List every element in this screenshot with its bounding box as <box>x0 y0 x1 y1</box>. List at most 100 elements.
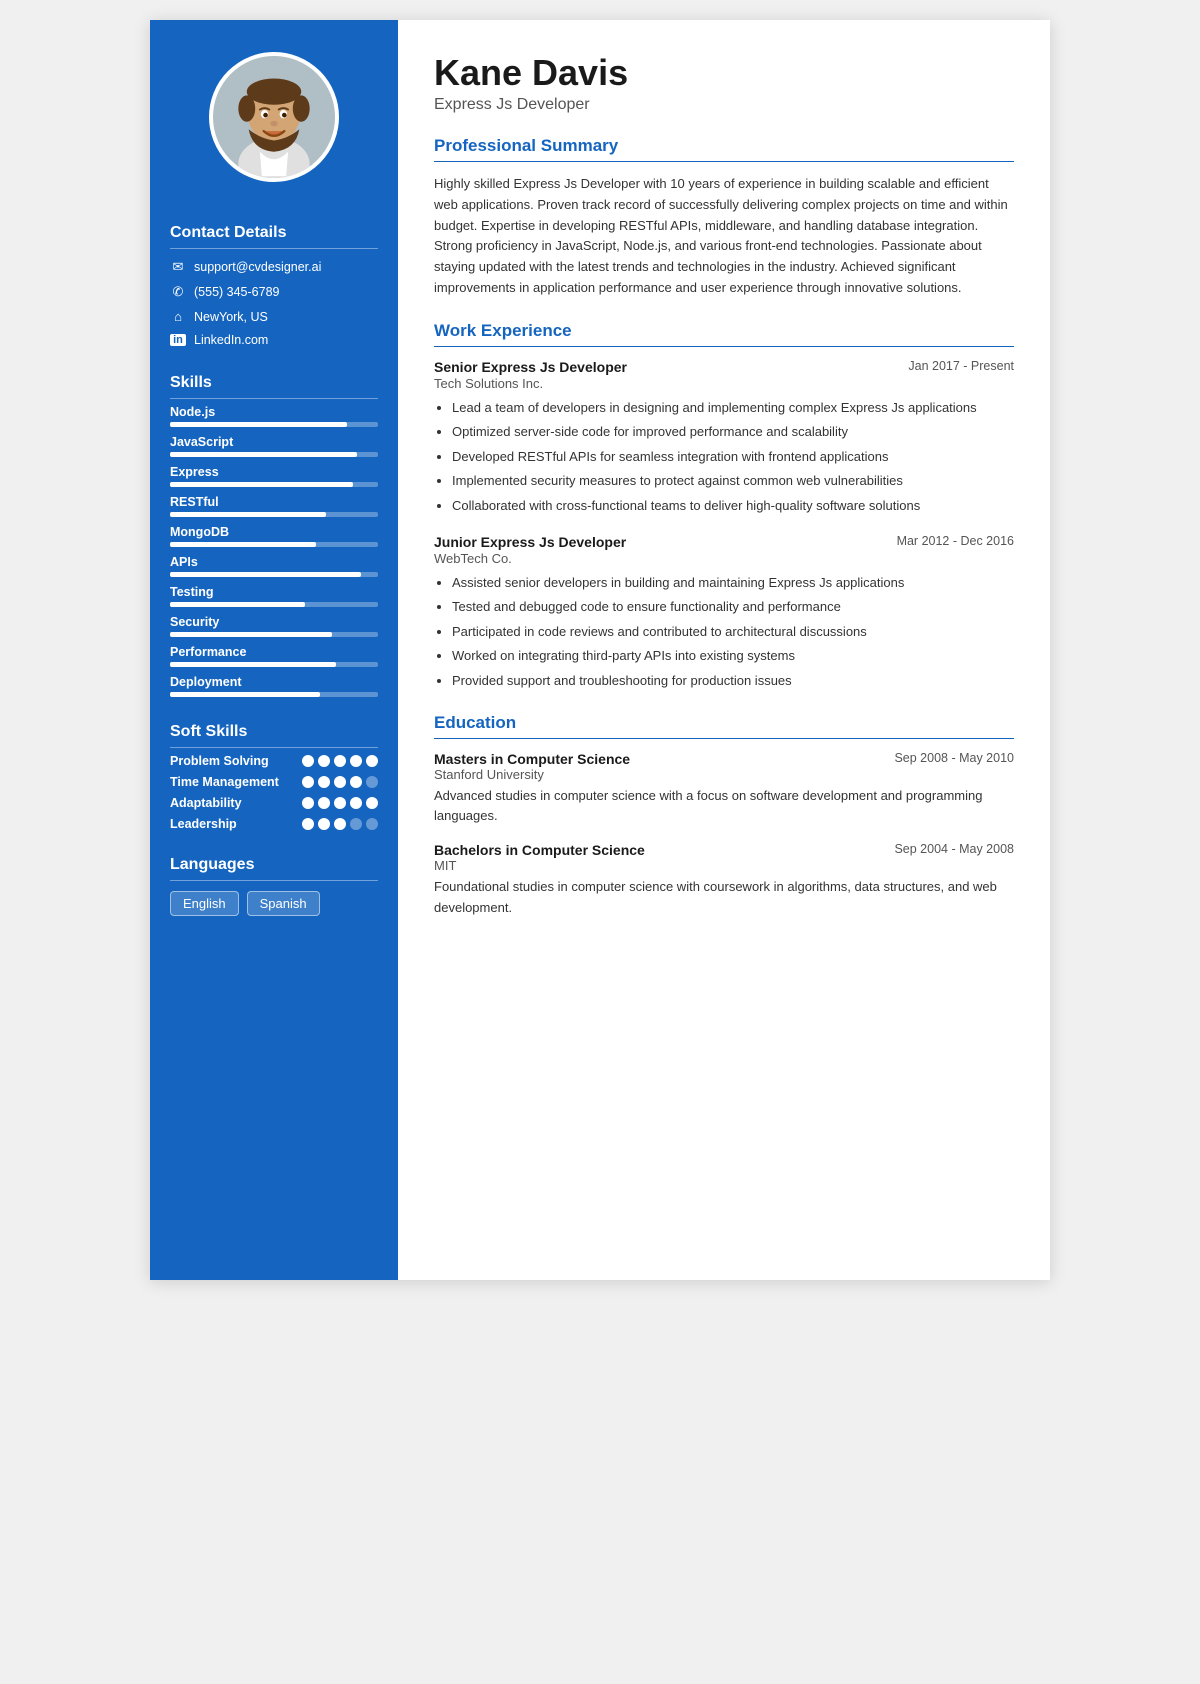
contact-icon: ⌂ <box>170 309 186 324</box>
soft-skills-list: Problem SolvingTime ManagementAdaptabili… <box>170 754 378 831</box>
contact-icon: ✆ <box>170 284 186 300</box>
soft-skill-dots <box>302 818 378 830</box>
education-item: Bachelors in Computer ScienceSep 2004 - … <box>434 842 1014 917</box>
skill-name: Performance <box>170 645 378 659</box>
skills-list: Node.js JavaScript Express RESTful MongoDB AP… <box>170 405 378 697</box>
summary-text: Highly skilled Express Js Developer with… <box>434 174 1014 299</box>
edu-desc: Advanced studies in computer science wit… <box>434 786 1014 826</box>
skill-bar-bg <box>170 662 378 667</box>
experience-section: Work Experience Senior Express Js Develo… <box>434 321 1014 691</box>
bullet-item: Participated in code reviews and contrib… <box>452 621 1014 642</box>
skill-bar-fill <box>170 422 347 427</box>
job-company: WebTech Co. <box>434 551 1014 566</box>
skill-bar-fill <box>170 482 353 487</box>
edu-header: Bachelors in Computer ScienceSep 2004 - … <box>434 842 1014 858</box>
skill-bar-bg <box>170 692 378 697</box>
skill-item: Testing <box>170 585 378 607</box>
dot <box>302 797 314 809</box>
skill-name: Deployment <box>170 675 378 689</box>
dot <box>302 755 314 767</box>
dot <box>302 818 314 830</box>
dot <box>350 755 362 767</box>
skill-bar-bg <box>170 422 378 427</box>
skill-name: RESTful <box>170 495 378 509</box>
skill-item: Node.js <box>170 405 378 427</box>
dot <box>334 755 346 767</box>
edu-date: Sep 2008 - May 2010 <box>894 751 1014 765</box>
skill-bar-bg <box>170 512 378 517</box>
edu-desc: Foundational studies in computer science… <box>434 877 1014 917</box>
contact-title: Contact Details <box>170 224 378 249</box>
skill-item: MongoDB <box>170 525 378 547</box>
contact-item: ✉support@cvdesigner.ai <box>170 259 378 275</box>
dot <box>318 755 330 767</box>
dot <box>302 776 314 788</box>
education-item: Masters in Computer ScienceSep 2008 - Ma… <box>434 751 1014 826</box>
soft-skills-section: Soft Skills Problem SolvingTime Manageme… <box>150 723 398 838</box>
language-tag: English <box>170 891 239 916</box>
contact-list: ✉support@cvdesigner.ai✆(555) 345-6789⌂Ne… <box>170 259 378 347</box>
skill-item: APIs <box>170 555 378 577</box>
skill-name: JavaScript <box>170 435 378 449</box>
skill-name: MongoDB <box>170 525 378 539</box>
soft-skill-item: Leadership <box>170 817 378 831</box>
edu-school: Stanford University <box>434 767 1014 782</box>
soft-skill-name: Time Management <box>170 775 302 789</box>
skill-bar-bg <box>170 632 378 637</box>
soft-skill-name: Adaptability <box>170 796 302 810</box>
job-title: Junior Express Js Developer <box>434 534 626 550</box>
soft-skill-item: Time Management <box>170 775 378 789</box>
dot <box>350 776 362 788</box>
bullet-item: Lead a team of developers in designing a… <box>452 397 1014 418</box>
skill-name: Node.js <box>170 405 378 419</box>
experience-title: Work Experience <box>434 321 1014 347</box>
summary-title: Professional Summary <box>434 136 1014 162</box>
skill-bar-fill <box>170 452 357 457</box>
soft-skill-dots <box>302 776 378 788</box>
contact-text: NewYork, US <box>194 310 268 324</box>
dot <box>334 818 346 830</box>
job-company: Tech Solutions Inc. <box>434 376 1014 391</box>
summary-section: Professional Summary Highly skilled Expr… <box>434 136 1014 299</box>
bullet-item: Worked on integrating third-party APIs i… <box>452 645 1014 666</box>
dot <box>334 797 346 809</box>
dot <box>366 818 378 830</box>
skills-section: Skills Node.js JavaScript Express RESTful Mo… <box>150 374 398 705</box>
soft-skill-name: Leadership <box>170 817 302 831</box>
job-item: Junior Express Js DeveloperMar 2012 - De… <box>434 534 1014 691</box>
avatar <box>209 52 339 182</box>
skill-bar-bg <box>170 602 378 607</box>
skill-item: Express <box>170 465 378 487</box>
edu-date: Sep 2004 - May 2008 <box>894 842 1014 856</box>
dot <box>350 797 362 809</box>
skill-item: RESTful <box>170 495 378 517</box>
bullet-item: Provided support and troubleshooting for… <box>452 670 1014 691</box>
job-title: Express Js Developer <box>434 96 1014 114</box>
skill-bar-fill <box>170 692 320 697</box>
contact-icon: in <box>170 334 186 346</box>
jobs-list: Senior Express Js DeveloperJan 2017 - Pr… <box>434 359 1014 691</box>
skill-bar-bg <box>170 482 378 487</box>
contact-section: Contact Details ✉support@cvdesigner.ai✆(… <box>150 224 398 356</box>
skill-bar-fill <box>170 542 316 547</box>
languages-list: EnglishSpanish <box>170 891 378 916</box>
sidebar: Contact Details ✉support@cvdesigner.ai✆(… <box>150 20 398 1280</box>
dot <box>366 776 378 788</box>
soft-skill-dots <box>302 755 378 767</box>
skill-item: JavaScript <box>170 435 378 457</box>
job-header: Junior Express Js DeveloperMar 2012 - De… <box>434 534 1014 550</box>
skill-name: Security <box>170 615 378 629</box>
job-item: Senior Express Js DeveloperJan 2017 - Pr… <box>434 359 1014 516</box>
skill-bar-bg <box>170 572 378 577</box>
job-title: Senior Express Js Developer <box>434 359 627 375</box>
dot <box>318 818 330 830</box>
dot <box>366 755 378 767</box>
skill-item: Performance <box>170 645 378 667</box>
languages-title: Languages <box>170 856 378 881</box>
dot <box>350 818 362 830</box>
soft-skills-title: Soft Skills <box>170 723 378 748</box>
main-content: Kane Davis Express Js Developer Professi… <box>398 20 1050 1280</box>
job-bullets: Lead a team of developers in designing a… <box>434 397 1014 516</box>
dot <box>334 776 346 788</box>
skills-title: Skills <box>170 374 378 399</box>
